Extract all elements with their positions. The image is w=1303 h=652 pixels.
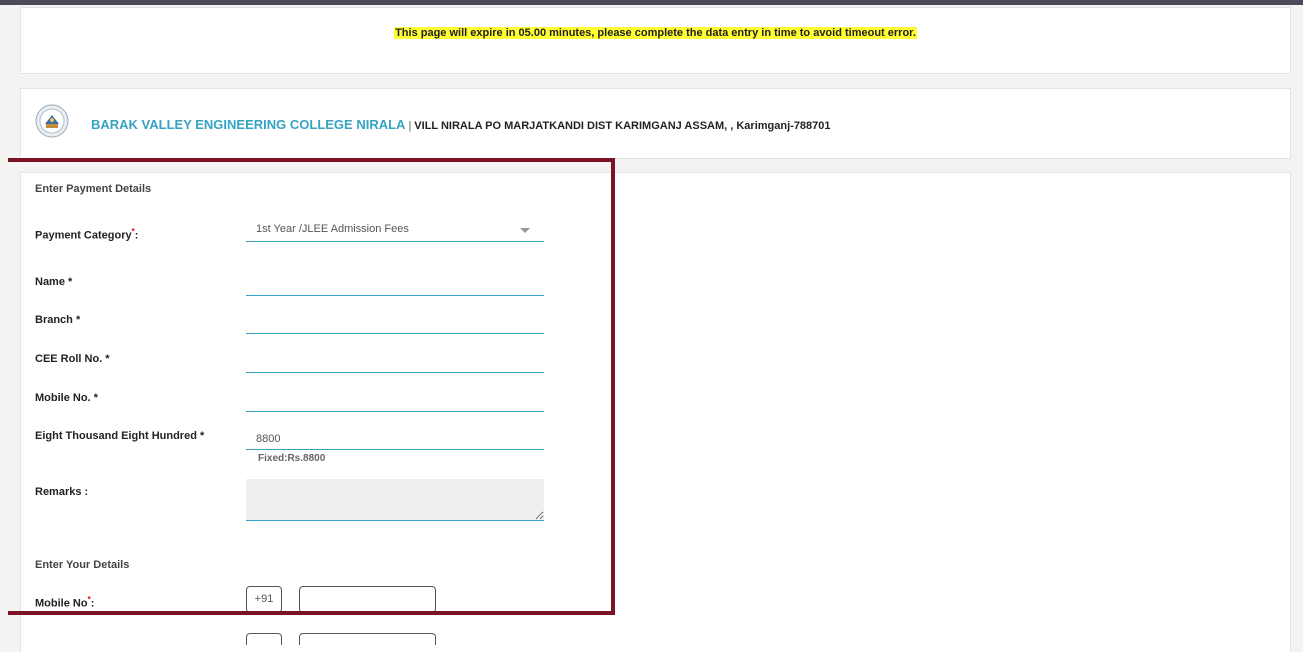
next-phone-input[interactable]: [299, 633, 436, 645]
cee-roll-input[interactable]: [246, 351, 544, 373]
details-section-title: Enter Your Details: [35, 559, 130, 571]
your-mobile-label-text: Mobile No: [35, 597, 88, 610]
timeout-notice: This page will expire in 05.00 minutes, …: [21, 27, 1290, 39]
payment-category-value: 1st Year /JLEE Admission Fees: [256, 223, 409, 235]
college-info-line: BARAK VALLEY ENGINEERING COLLEGE NIRALA |…: [91, 117, 831, 132]
chevron-down-icon: [520, 228, 530, 233]
top-rule: [0, 0, 1303, 5]
amount-input[interactable]: [246, 428, 544, 450]
payment-form-panel: [20, 172, 1291, 652]
mobile-label: Mobile No. *: [35, 392, 98, 404]
payment-category-label-text: Payment Category: [35, 229, 132, 242]
college-name: BARAK VALLEY ENGINEERING COLLEGE NIRALA: [91, 117, 406, 132]
your-mobile-input[interactable]: [299, 586, 436, 613]
country-code-box: +91: [246, 586, 282, 613]
name-label: Name *: [35, 276, 73, 288]
college-emblem-icon: [35, 104, 69, 138]
remarks-label: Remarks :: [35, 486, 89, 498]
timeout-notice-text: This page will expire in 05.00 minutes, …: [394, 27, 917, 39]
branch-label: Branch *: [35, 314, 81, 326]
next-country-code-box: [246, 633, 282, 645]
remarks-textarea[interactable]: [246, 479, 544, 521]
name-input[interactable]: [246, 274, 544, 296]
college-header: BARAK VALLEY ENGINEERING COLLEGE NIRALA |…: [20, 88, 1291, 159]
cee-roll-label: CEE Roll No. *: [35, 353, 110, 365]
label-colon: :: [90, 597, 95, 610]
label-colon: :: [134, 229, 139, 242]
amount-label: Eight Thousand Eight Hundred *: [35, 430, 205, 442]
payment-category-select[interactable]: 1st Year /JLEE Admission Fees: [246, 218, 544, 242]
payment-section-title: Enter Payment Details: [35, 183, 152, 195]
amount-hint: Fixed:Rs.8800: [258, 453, 326, 464]
timeout-notice-panel: This page will expire in 05.00 minutes, …: [20, 7, 1291, 74]
mobile-input[interactable]: [246, 390, 544, 412]
your-mobile-label: Mobile No*:: [35, 595, 94, 610]
college-separator: |: [408, 120, 412, 132]
college-address: VILL NIRALA PO MARJATKANDI DIST KARIMGAN…: [414, 120, 831, 132]
payment-category-label: Payment Category*:: [35, 227, 138, 242]
branch-input[interactable]: [246, 312, 544, 334]
